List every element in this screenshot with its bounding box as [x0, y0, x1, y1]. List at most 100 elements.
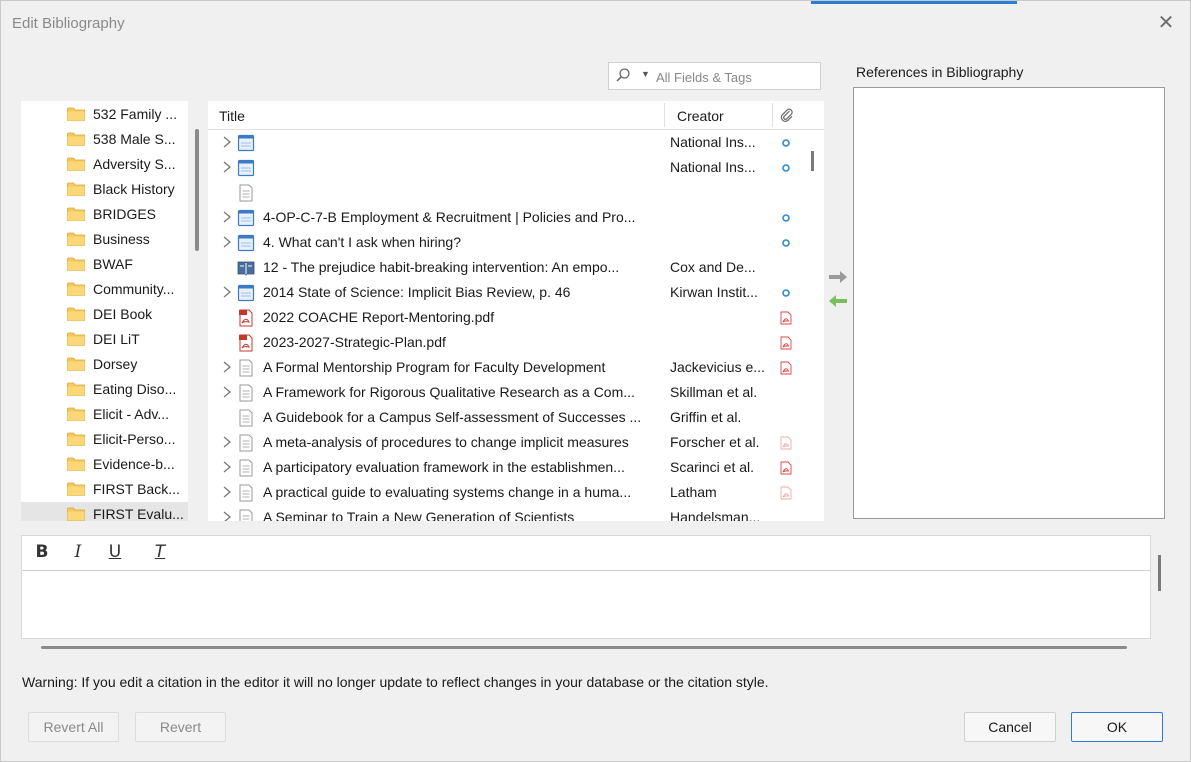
- collection-item[interactable]: BWAF: [21, 252, 188, 277]
- item-row[interactable]: 12 - The prejudice habit-breaking interv…: [208, 255, 803, 280]
- webpage-icon: [237, 159, 255, 177]
- collection-item[interactable]: Community...: [21, 277, 188, 302]
- collection-item[interactable]: Dorsey: [21, 352, 188, 377]
- attachment-dot-icon[interactable]: [779, 136, 793, 150]
- document-icon: [239, 359, 253, 377]
- item-row[interactable]: A Guidebook for a Campus Self-assessment…: [208, 405, 803, 430]
- collection-scrollbar[interactable]: [195, 129, 199, 251]
- collection-item[interactable]: DEI Book: [21, 302, 188, 327]
- add-arrow-icon[interactable]: [829, 271, 847, 283]
- clear-formatting-button[interactable]: T: [150, 542, 170, 562]
- item-title: A meta-analysis of procedures to change …: [263, 434, 629, 450]
- chevron-right-icon[interactable]: [221, 360, 233, 374]
- pdf-attachment-icon[interactable]: [779, 461, 793, 475]
- item-row[interactable]: A Formal Mentorship Program for Faculty …: [208, 355, 803, 380]
- pdf-attachment-icon[interactable]: [779, 336, 793, 350]
- collection-item[interactable]: FIRST Evalu...: [21, 502, 188, 521]
- collection-label: FIRST Back...: [93, 481, 180, 497]
- collection-tree[interactable]: 532 Family ... 538 Male S... Adversity S..…: [21, 101, 188, 521]
- collection-item[interactable]: Evidence-b...: [21, 452, 188, 477]
- attachment-dot-icon[interactable]: [779, 211, 793, 225]
- item-creator: Handelsman...: [670, 509, 761, 521]
- item-row[interactable]: National Ins...: [208, 130, 803, 155]
- item-row[interactable]: A Framework for Rigorous Qualitative Res…: [208, 380, 803, 405]
- underline-button[interactable]: U: [105, 542, 125, 562]
- chevron-right-icon[interactable]: [221, 435, 233, 449]
- paperclip-icon[interactable]: [779, 107, 795, 123]
- folder-icon: [67, 382, 85, 396]
- chevron-right-icon[interactable]: [221, 210, 233, 224]
- chevron-right-icon[interactable]: [221, 510, 233, 521]
- items-scrollbar[interactable]: [811, 151, 814, 171]
- collection-item[interactable]: FIRST Back...: [21, 477, 188, 502]
- item-row[interactable]: 4-OP-C-7-B Employment & Recruitment | Po…: [208, 205, 803, 230]
- book-section-icon: [237, 261, 255, 276]
- pdf-attachment-icon[interactable]: [779, 486, 793, 500]
- citation-editor[interactable]: B I U T: [21, 535, 1151, 639]
- chevron-right-icon[interactable]: [221, 135, 233, 149]
- item-creator: National Ins...: [670, 159, 756, 175]
- chevron-right-icon[interactable]: [221, 160, 233, 174]
- item-row[interactable]: National Ins...: [208, 155, 803, 180]
- chevron-right-icon[interactable]: [221, 285, 233, 299]
- pdf-attachment-icon[interactable]: [779, 436, 793, 450]
- item-row[interactable]: A participatory evaluation framework in …: [208, 455, 803, 480]
- item-creator: Scarinci et al.: [670, 459, 755, 475]
- collection-item[interactable]: Black History: [21, 177, 188, 202]
- attachment-dot-icon[interactable]: [779, 161, 793, 175]
- attachment-dot-icon[interactable]: [779, 286, 793, 300]
- search-placeholder[interactable]: All Fields & Tags: [656, 70, 752, 85]
- close-icon[interactable]: ✕: [1152, 9, 1180, 37]
- items-table[interactable]: Title Creator National Ins... National In…: [208, 101, 824, 521]
- collection-item[interactable]: DEI LiT: [21, 327, 188, 352]
- item-row[interactable]: A practical guide to evaluating systems …: [208, 480, 803, 505]
- chevron-right-icon[interactable]: [221, 460, 233, 474]
- document-icon: [239, 509, 253, 521]
- collection-item[interactable]: Adversity S...: [21, 152, 188, 177]
- column-divider: [772, 103, 773, 127]
- references-list[interactable]: [853, 87, 1165, 519]
- editor-scrollbar[interactable]: [1158, 555, 1161, 591]
- document-icon: [239, 434, 253, 452]
- webpage-icon: [237, 234, 255, 252]
- remove-arrow-icon[interactable]: [829, 295, 847, 307]
- item-row[interactable]: A Seminar to Train a New Generation of S…: [208, 505, 803, 521]
- revert-all-button[interactable]: Revert All: [28, 712, 119, 742]
- attachment-dot-icon[interactable]: [779, 236, 793, 250]
- chevron-right-icon[interactable]: [221, 235, 233, 249]
- collection-item[interactable]: Eating Diso...: [21, 377, 188, 402]
- folder-icon: [67, 132, 85, 146]
- collection-item[interactable]: 532 Family ...: [21, 102, 188, 127]
- column-creator[interactable]: Creator: [677, 108, 724, 124]
- search-field[interactable]: ▼ All Fields & Tags: [608, 62, 821, 90]
- collection-item[interactable]: Elicit - Adv...: [21, 402, 188, 427]
- webpage-icon: [237, 284, 255, 302]
- item-row[interactable]: A meta-analysis of procedures to change …: [208, 430, 803, 455]
- bold-button[interactable]: B: [32, 542, 52, 562]
- item-row[interactable]: [208, 180, 803, 205]
- cancel-button[interactable]: Cancel: [964, 712, 1056, 742]
- horizontal-scrollbar[interactable]: [41, 646, 1127, 649]
- collection-item[interactable]: BRIDGES: [21, 202, 188, 227]
- folder-icon: [67, 232, 85, 246]
- collection-item[interactable]: Elicit-Perso...: [21, 427, 188, 452]
- collection-label: FIRST Evalu...: [93, 506, 184, 521]
- chevron-right-icon[interactable]: [221, 485, 233, 499]
- chevron-right-icon[interactable]: [221, 385, 233, 399]
- collection-label: Eating Diso...: [93, 381, 177, 397]
- italic-button[interactable]: I: [68, 542, 88, 562]
- collection-item[interactable]: 538 Male S...: [21, 127, 188, 152]
- pdf-attachment-icon[interactable]: [779, 361, 793, 375]
- search-mode-dropdown-icon[interactable]: ▼: [641, 69, 650, 79]
- document-icon: [239, 484, 253, 502]
- pdf-attachment-icon[interactable]: [779, 311, 793, 325]
- column-title[interactable]: Title: [219, 108, 245, 124]
- collection-item[interactable]: Business: [21, 227, 188, 252]
- item-row[interactable]: 2022 COACHE Report-Mentoring.pdf: [208, 305, 803, 330]
- folder-icon: [67, 407, 85, 421]
- item-row[interactable]: 2023-2027-Strategic-Plan.pdf: [208, 330, 803, 355]
- ok-button[interactable]: OK: [1071, 712, 1163, 742]
- item-row[interactable]: 4. What can't I ask when hiring?: [208, 230, 803, 255]
- item-row[interactable]: 2014 State of Science: Implicit Bias Rev…: [208, 280, 803, 305]
- revert-button[interactable]: Revert: [135, 712, 226, 742]
